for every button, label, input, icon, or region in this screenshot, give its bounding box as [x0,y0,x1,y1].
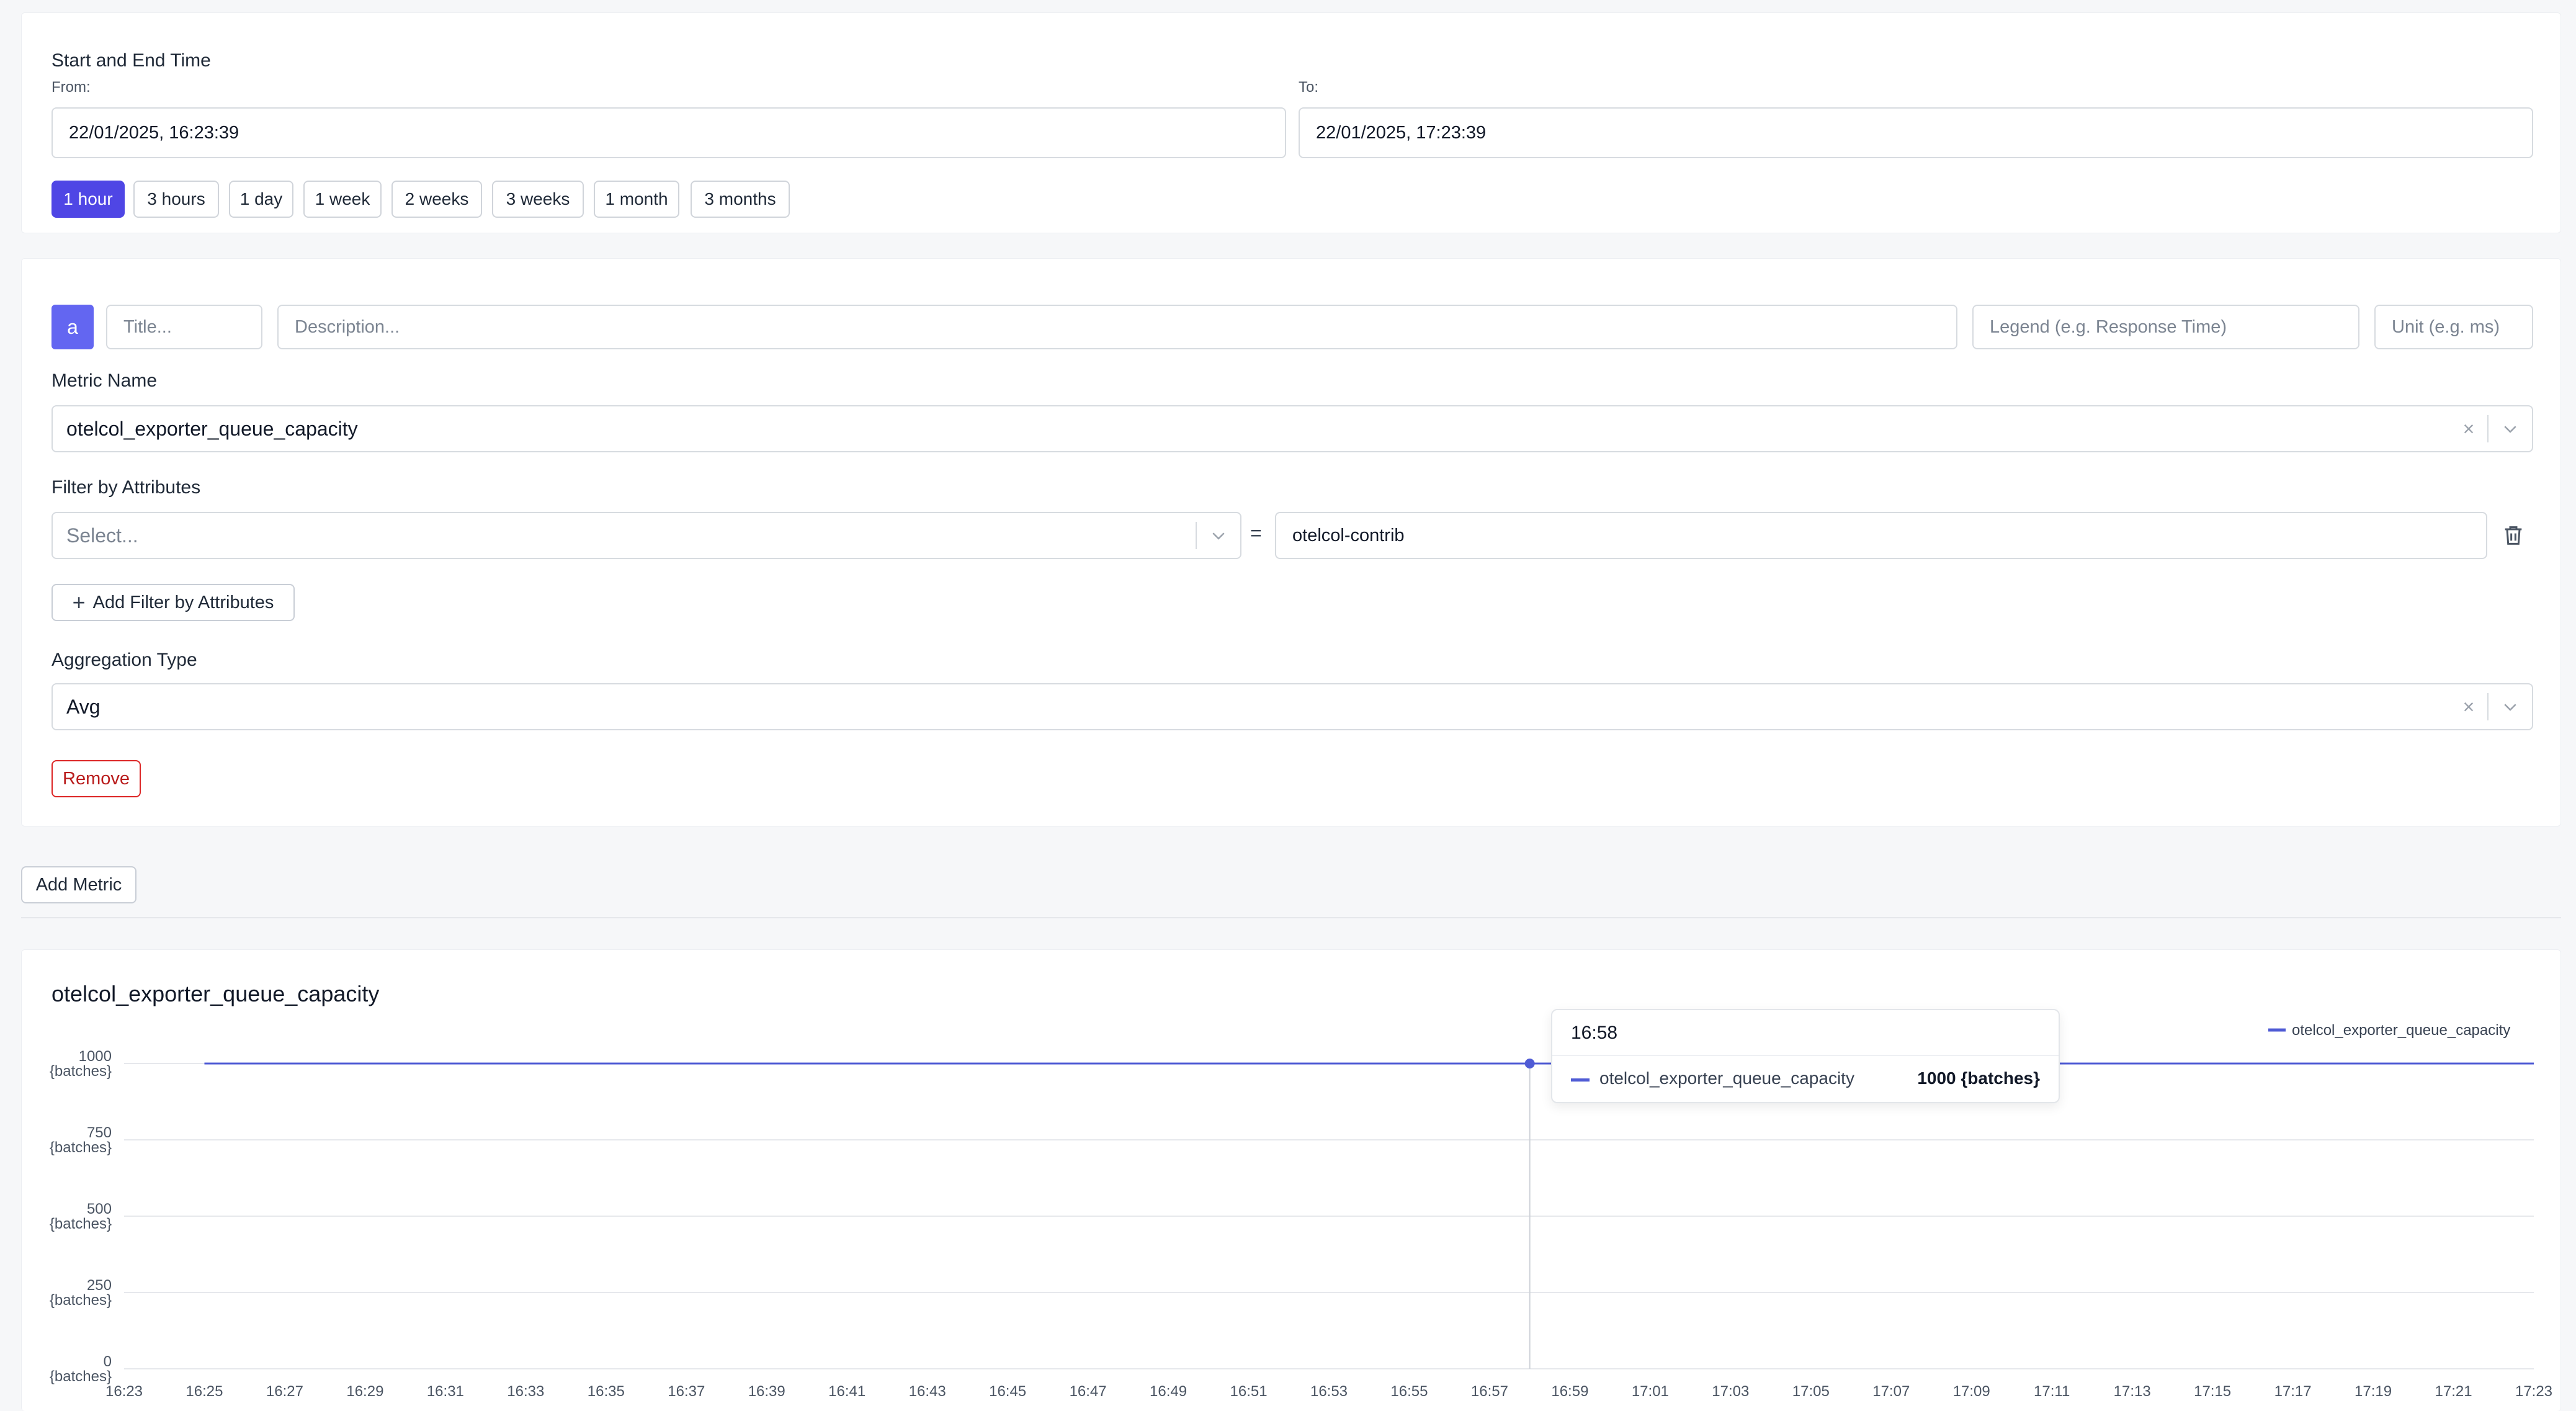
chevron-down-icon[interactable] [2489,419,2532,438]
aggregation-value: Avg [66,695,101,718]
metric-query-card: a Title... Description... Legend (e.g. R… [21,258,2561,826]
add-filter-label: Add Filter by Attributes [92,592,274,612]
chart-card: otelcol_exporter_queue_capacity [21,949,2561,1411]
range-button-1-day[interactable]: 1 day [229,181,293,218]
description-input[interactable]: Description... [277,305,1957,349]
range-button-2-weeks[interactable]: 2 weeks [391,181,482,218]
from-label: From: [51,79,91,96]
filter-value-input[interactable]: otelcol-contrib [1275,512,2487,559]
tooltip-series-swatch [1571,1078,1590,1082]
filter-label: Filter by Attributes [51,477,201,498]
metric-name-select[interactable]: otelcol_exporter_queue_capacity × [51,405,2533,452]
divider [21,917,2561,918]
trash-icon[interactable] [2501,522,2526,549]
metric-name-value: otelcol_exporter_queue_capacity [66,417,358,440]
clear-icon[interactable]: × [2450,696,2487,719]
metric-name-label: Metric Name [51,370,158,391]
title-input[interactable]: Title... [106,305,262,349]
from-datetime-input[interactable]: 22/01/2025, 16:23:39 [51,107,1286,158]
remove-metric-button[interactable]: Remove [51,760,141,797]
to-label: To: [1299,79,1319,96]
range-button-3-hours[interactable]: 3 hours [133,181,219,218]
range-button-1-week[interactable]: 1 week [303,181,382,218]
tooltip-divider [1552,1055,2059,1056]
tooltip-time: 16:58 [1571,1023,1618,1043]
chart-tooltip: 16:58 otelcol_exporter_queue_capacity 10… [1551,1009,2060,1103]
range-button-1-hour[interactable]: 1 hour [51,181,125,218]
range-button-3-months[interactable]: 3 months [691,181,790,218]
clear-icon[interactable]: × [2450,418,2487,441]
range-button-1-month[interactable]: 1 month [594,181,679,218]
plus-icon: + [72,589,86,615]
to-datetime-input[interactable]: 22/01/2025, 17:23:39 [1299,107,2533,158]
add-filter-button[interactable]: + Add Filter by Attributes [51,584,295,621]
chart-title: otelcol_exporter_queue_capacity [51,981,380,1006]
legend-input[interactable]: Legend (e.g. Response Time) [1972,305,2359,349]
tooltip-series-name: otelcol_exporter_queue_capacity [1599,1068,1854,1088]
chevron-down-icon[interactable] [1197,526,1240,545]
time-range-card: Start and End Time From: 22/01/2025, 16:… [21,12,2561,233]
filter-operator: = [1250,522,1262,544]
add-metric-button[interactable]: Add Metric [21,866,136,903]
range-button-3-weeks[interactable]: 3 weeks [492,181,584,218]
unit-input[interactable]: Unit (e.g. ms) [2374,305,2533,349]
time-range-heading: Start and End Time [51,50,211,71]
query-badge: a [51,305,94,349]
filter-key-select[interactable]: Select... [51,512,1241,559]
filter-key-placeholder: Select... [66,524,138,547]
chevron-down-icon[interactable] [2489,697,2532,716]
aggregation-select[interactable]: Avg × [51,683,2533,730]
aggregation-label: Aggregation Type [51,650,197,670]
tooltip-value: 1000 {batches} [1917,1068,2040,1088]
